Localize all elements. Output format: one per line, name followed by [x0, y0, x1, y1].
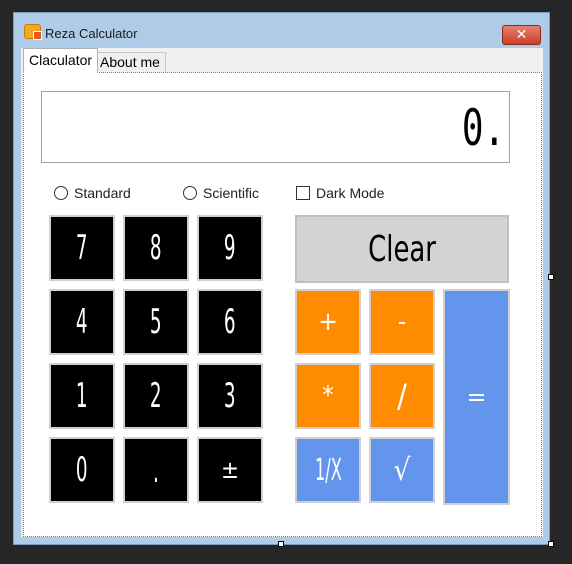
clear-label: Clear [368, 228, 436, 270]
radio-circle-icon [183, 186, 197, 200]
divide-button[interactable]: / [369, 363, 435, 429]
key-8[interactable]: 8 [123, 215, 189, 281]
subtract-button[interactable]: - [369, 289, 435, 355]
key-label: 7 [76, 228, 88, 268]
key-plus-minus[interactable]: ± [197, 437, 263, 503]
key-label: 9 [224, 228, 236, 268]
resize-handle-right[interactable] [548, 274, 554, 280]
square-root-button[interactable]: √ [369, 437, 435, 503]
display-value: 0. [461, 99, 505, 157]
key-9[interactable]: 9 [197, 215, 263, 281]
key-3[interactable]: 3 [197, 363, 263, 429]
result-display: 0. [41, 91, 510, 163]
clear-button[interactable]: Clear [295, 215, 509, 283]
key-label: . [153, 451, 159, 491]
scientific-radio[interactable]: Scientific [183, 185, 259, 201]
equals-button[interactable]: = [443, 289, 510, 505]
resize-handle-bottom[interactable] [278, 541, 284, 547]
key-label: ± [220, 456, 240, 484]
key-label: 6 [224, 302, 236, 342]
add-button[interactable]: + [295, 289, 361, 355]
key-label: 3 [224, 376, 236, 416]
key-1[interactable]: 1 [49, 363, 115, 429]
calculator-app-icon [24, 24, 42, 40]
standard-label: Standard [74, 185, 131, 201]
title-bar[interactable]: Reza Calculator ✕ [14, 13, 549, 47]
key-label: 0 [76, 450, 88, 490]
resize-handle-corner[interactable] [548, 541, 554, 547]
key-6[interactable]: 6 [197, 289, 263, 355]
app-window: Reza Calculator ✕ Claculator About me 0.… [13, 12, 550, 545]
key-2[interactable]: 2 [123, 363, 189, 429]
checkbox-icon [296, 186, 310, 200]
reciprocal-label: 1/X [314, 452, 342, 488]
key-label: 2 [150, 376, 162, 416]
key-5[interactable]: 5 [123, 289, 189, 355]
key-label: 1 [76, 376, 88, 416]
key-label: 8 [150, 228, 162, 268]
reciprocal-button[interactable]: 1/X [295, 437, 361, 503]
radio-circle-icon [54, 186, 68, 200]
window-title: Reza Calculator [45, 26, 138, 41]
dark-mode-checkbox[interactable]: Dark Mode [296, 185, 384, 201]
key-label: 5 [150, 302, 162, 342]
close-button[interactable]: ✕ [502, 25, 541, 45]
multiply-button[interactable]: * [295, 363, 361, 429]
scientific-label: Scientific [203, 185, 260, 201]
key-label: 4 [76, 302, 88, 342]
key-0[interactable]: 0 [49, 437, 115, 503]
standard-radio[interactable]: Standard [54, 185, 131, 201]
client-area: Claculator About me 0. Standard Scientif… [21, 48, 543, 537]
key-7[interactable]: 7 [49, 215, 115, 281]
key-4[interactable]: 4 [49, 289, 115, 355]
tab-calculator[interactable]: Claculator [23, 48, 99, 73]
calculator-panel: 0. Standard Scientific Dark Mode 7 8 9 4… [23, 72, 542, 537]
key-decimal-point[interactable]: . [123, 437, 189, 503]
dark-mode-label: Dark Mode [316, 185, 385, 201]
tab-about-me[interactable]: About me [94, 52, 166, 72]
